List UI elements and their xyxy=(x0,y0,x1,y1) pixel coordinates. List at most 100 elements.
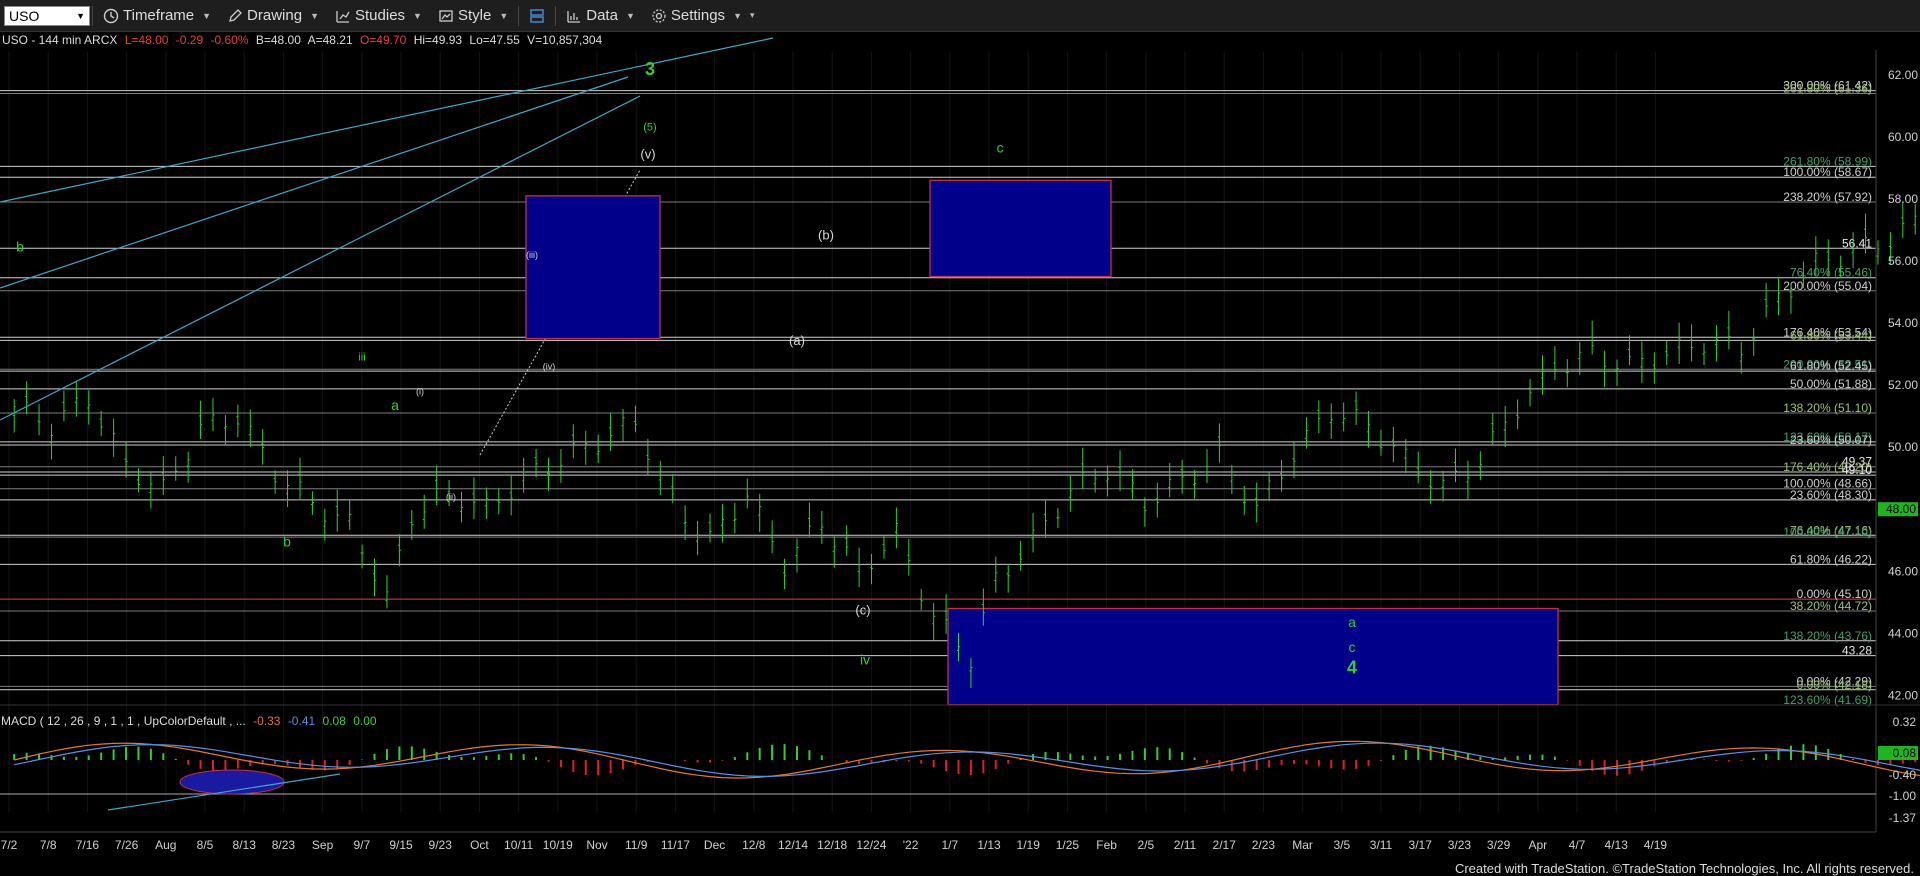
wave-label-green: iii xyxy=(358,351,365,363)
studies-button[interactable]: Studies ▼ xyxy=(327,0,430,31)
net-change: -0.29 xyxy=(176,33,204,47)
time-axis-tick: 2/11 xyxy=(1174,838,1197,852)
macd-zero-value: 0.00 xyxy=(353,714,377,728)
time-axis-tick: 9/23 xyxy=(429,838,453,852)
toolbar-divider xyxy=(555,5,557,26)
wave-label-white: (v) xyxy=(640,147,655,162)
macd-axis-tick: -0.40 xyxy=(1889,768,1917,782)
data-button[interactable]: Data ▼ xyxy=(558,0,643,31)
last-price-label: 48.00 xyxy=(1886,502,1916,516)
wave-label-green: 3 xyxy=(645,59,655,79)
settings-button[interactable]: Settings ▼ ▾ xyxy=(643,0,763,31)
time-axis-tick: 12/18 xyxy=(817,838,847,852)
time-axis-tick: 12/24 xyxy=(856,838,886,852)
wave-label-green: b xyxy=(16,239,24,255)
footer-credit: Created with TradeStation. ©TradeStation… xyxy=(1454,861,1914,876)
level-label: 38.20% (44.72) xyxy=(1790,599,1872,613)
pencil-icon xyxy=(229,8,242,22)
wave-label-white: (ii) xyxy=(446,492,456,502)
wave-label-green: a xyxy=(391,397,399,413)
level-label: 238.20% (57.92) xyxy=(1783,190,1872,204)
wave-label-green: b xyxy=(283,533,291,549)
layout-button[interactable] xyxy=(521,0,553,31)
price-axis-tick: 52.00 xyxy=(1888,378,1918,392)
time-axis-tick: Sep xyxy=(312,838,334,852)
time-axis-tick: 1/7 xyxy=(941,838,958,852)
level-label: 0.00% (42.18) xyxy=(1797,678,1872,692)
volume: V=10,857,304 xyxy=(527,33,602,47)
wave-label-green: a xyxy=(1348,614,1356,630)
time-axis-tick: 7/2 xyxy=(1,838,18,852)
target-zone-box xyxy=(525,195,661,340)
last-price: L=48.00 xyxy=(125,33,169,47)
time-axis: 7/2 7/8 7/16 7/26 Aug 8/5 8/13 8/23 Sep 9/7 9/15 9/… xyxy=(0,831,1876,857)
ask-price: A=48.21 xyxy=(308,33,353,47)
time-axis-tick: '22 xyxy=(903,838,919,852)
caret-icon: ▼ xyxy=(202,10,212,21)
pct-change: -0.60% xyxy=(210,33,248,47)
price-axis-tick: 42.00 xyxy=(1888,688,1918,702)
price-axis-tick: 58.00 xyxy=(1888,192,1918,206)
wave-label-white: (c) xyxy=(855,603,870,618)
clock-icon xyxy=(103,8,119,23)
time-axis-tick: 3/17 xyxy=(1409,838,1433,852)
price-axis-tick: 56.00 xyxy=(1888,254,1918,268)
caret-icon: ▼ xyxy=(413,10,422,21)
level-label: 138.20% (51.10) xyxy=(1783,401,1872,415)
gear-icon xyxy=(652,8,666,23)
caret-icon: ▼ xyxy=(499,10,509,21)
studies-icon xyxy=(336,10,350,23)
time-axis-tick: 11/9 xyxy=(625,838,648,852)
wave-label-white: (iv) xyxy=(543,362,556,372)
wave-label-white: (iii) xyxy=(526,250,538,260)
level-label: 43.28 xyxy=(1842,644,1872,658)
level-label: 100.00% (47.10) xyxy=(1783,525,1872,539)
time-axis-tick: 2/17 xyxy=(1213,838,1237,852)
wave-label-green: c xyxy=(1349,639,1356,655)
price-axis-tick: 54.00 xyxy=(1888,316,1918,330)
level-label: 23.60% (48.30) xyxy=(1790,488,1872,502)
toolbar: USO ▼ Timeframe ▼ Drawing ▼ Studies ▼ Style… xyxy=(0,0,1920,32)
time-axis-tick: 7/26 xyxy=(115,838,139,852)
time-axis-tick: 11/17 xyxy=(661,838,690,852)
time-axis-tick: Feb xyxy=(1096,838,1117,852)
settings-label: Settings xyxy=(670,7,726,24)
time-axis-tick: 2/23 xyxy=(1252,838,1276,852)
level-label: 50.00% (51.88) xyxy=(1790,377,1872,391)
target-zones xyxy=(525,179,1559,706)
chevron-down-icon: ▼ xyxy=(76,10,85,21)
style-label: Style xyxy=(457,7,492,24)
bid-price: B=48.00 xyxy=(256,33,301,47)
level-label: 61.80% (52.45) xyxy=(1790,359,1872,373)
time-axis-tick: Nov xyxy=(586,838,607,852)
time-axis-tick: 4/7 xyxy=(1569,838,1586,852)
drawing-button[interactable]: Drawing ▼ xyxy=(219,0,327,31)
symbol-input[interactable]: USO ▼ xyxy=(4,5,90,26)
studies-label: Studies xyxy=(355,7,406,24)
time-axis-tick: 8/13 xyxy=(233,838,257,852)
timeframe-button[interactable]: Timeframe ▼ xyxy=(95,0,219,31)
style-button[interactable]: Style ▼ xyxy=(430,0,516,31)
time-axis-tick: 4/13 xyxy=(1605,838,1629,852)
wave-labels: 3(5)cbiiiabivac4(v)(b)(a)(c)(iii)(iv)(i)… xyxy=(16,59,1357,678)
time-axis-tick: 7/8 xyxy=(40,838,57,852)
level-label: 100.00% (58.67) xyxy=(1783,165,1872,179)
open-price: O=49.70 xyxy=(360,33,407,47)
price-axis-tick: 50.00 xyxy=(1888,440,1918,454)
target-zone-box xyxy=(929,179,1112,278)
time-axis-tick: 7/16 xyxy=(76,838,100,852)
time-axis-tick: 12/14 xyxy=(778,838,808,852)
level-label: 261.80% (61.36) xyxy=(1783,81,1872,95)
time-axis-tick: 8/5 xyxy=(197,838,214,852)
style-icon xyxy=(439,9,453,22)
macd-line xyxy=(14,740,1920,779)
price-chart[interactable]: 300.00% (61.42)261.80% (61.36)261.80% (5… xyxy=(0,32,1920,857)
wave-label-green: c xyxy=(997,139,1004,155)
time-axis-tick: 9/7 xyxy=(353,838,370,852)
time-axis-tick: 2/5 xyxy=(1137,838,1154,852)
wave-label-white: (i) xyxy=(416,386,424,396)
caret-icon: ▾ xyxy=(749,10,755,20)
macd-axis-tick: 0.32 xyxy=(1893,715,1917,729)
level-label: 49.10 xyxy=(1842,463,1872,477)
time-axis-tick: Oct xyxy=(470,838,489,852)
